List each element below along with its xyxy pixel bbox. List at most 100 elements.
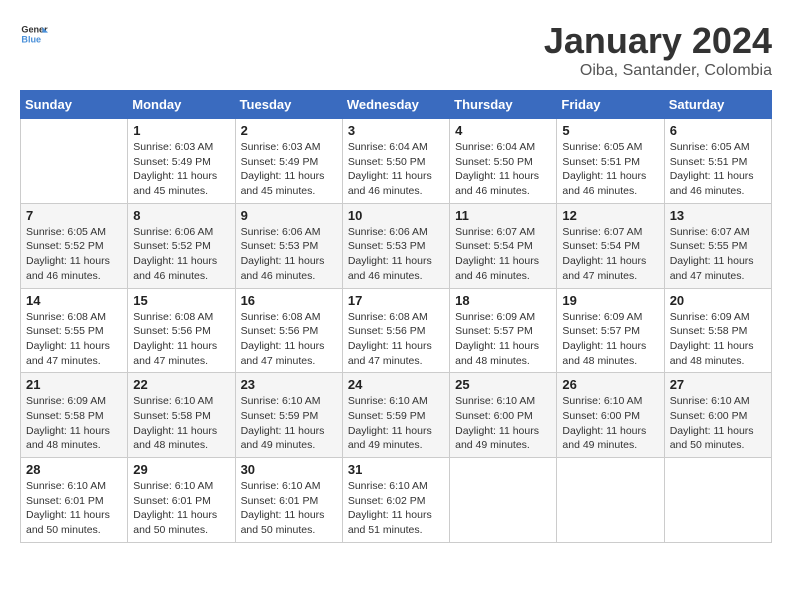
day-info: Sunrise: 6:08 AMSunset: 5:56 PMDaylight:… (241, 310, 337, 369)
day-number: 3 (348, 123, 444, 138)
calendar-cell: 29Sunrise: 6:10 AMSunset: 6:01 PMDayligh… (128, 458, 235, 543)
calendar-cell (557, 458, 664, 543)
calendar-cell: 12 Sunrise: 6:07 AMSunset: 5:54 PMDayligh… (557, 203, 664, 288)
day-number: 24 (348, 377, 444, 392)
day-number: 11 (455, 208, 551, 223)
day-number: 17 (348, 293, 444, 308)
location: Oiba, Santander, Colombia (544, 62, 772, 80)
day-number: 31 (348, 462, 444, 477)
day-info: Sunrise: 6:09 AMSunset: 5:58 PMDaylight:… (26, 394, 122, 453)
day-info: Sunrise: 6:05 AMSunset: 5:51 PMDaylight:… (670, 140, 766, 199)
day-number: 15 (133, 293, 229, 308)
day-info: Sunrise: 6:09 AMSunset: 5:57 PMDaylight:… (562, 310, 658, 369)
day-info: Sunrise: 6:06 AMSunset: 5:53 PMDaylight:… (348, 225, 444, 284)
calendar-cell: 23 Sunrise: 6:10 AMSunset: 5:59 PMDayligh… (235, 373, 342, 458)
day-number: 22 (133, 377, 229, 392)
day-info: Sunrise: 6:08 AMSunset: 5:56 PMDaylight:… (348, 310, 444, 369)
day-info: Sunrise: 6:08 AMSunset: 5:56 PMDaylight:… (133, 310, 229, 369)
calendar-header-row: SundayMondayTuesdayWednesdayThursdayFrid… (21, 91, 772, 119)
calendar-cell: 21 Sunrise: 6:09 AMSunset: 5:58 PMDayligh… (21, 373, 128, 458)
day-number: 4 (455, 123, 551, 138)
day-info: Sunrise: 6:09 AMSunset: 5:58 PMDaylight:… (670, 310, 766, 369)
calendar-cell: 4 Sunrise: 6:04 AMSunset: 5:50 PMDaylight… (450, 119, 557, 204)
day-number: 6 (670, 123, 766, 138)
calendar-cell: 11Sunrise: 6:07 AMSunset: 5:54 PMDayligh… (450, 203, 557, 288)
day-number: 5 (562, 123, 658, 138)
calendar-cell: 8 Sunrise: 6:06 AMSunset: 5:52 PMDaylight… (128, 203, 235, 288)
day-number: 30 (241, 462, 337, 477)
day-info: Sunrise: 6:05 AMSunset: 5:51 PMDaylight:… (562, 140, 658, 199)
title-section: January 2024 Oiba, Santander, Colombia (544, 20, 772, 80)
day-info: Sunrise: 6:07 AMSunset: 5:55 PMDaylight:… (670, 225, 766, 284)
calendar-cell: 25Sunrise: 6:10 AMSunset: 6:00 PMDayligh… (450, 373, 557, 458)
header-day-saturday: Saturday (664, 91, 771, 119)
calendar-cell: 22 Sunrise: 6:10 AMSunset: 5:58 PMDayligh… (128, 373, 235, 458)
header: General Blue January 2024 Oiba, Santande… (20, 20, 772, 80)
day-info: Sunrise: 6:07 AMSunset: 5:54 PMDaylight:… (562, 225, 658, 284)
calendar-cell: 7 Sunrise: 6:05 AMSunset: 5:52 PMDaylight… (21, 203, 128, 288)
calendar-cell: 16Sunrise: 6:08 AMSunset: 5:56 PMDayligh… (235, 288, 342, 373)
day-info: Sunrise: 6:03 AMSunset: 5:49 PMDaylight:… (133, 140, 229, 199)
calendar-cell: 26Sunrise: 6:10 AMSunset: 6:00 PMDayligh… (557, 373, 664, 458)
calendar-cell: 24 Sunrise: 6:10 AMSunset: 5:59 PMDayligh… (342, 373, 449, 458)
calendar-week-5: 28 Sunrise: 6:10 AMSunset: 6:01 PMDayligh… (21, 458, 772, 543)
calendar-cell: 27 Sunrise: 6:10 AMSunset: 6:00 PMDayligh… (664, 373, 771, 458)
calendar-week-2: 7 Sunrise: 6:05 AMSunset: 5:52 PMDaylight… (21, 203, 772, 288)
header-day-monday: Monday (128, 91, 235, 119)
header-day-thursday: Thursday (450, 91, 557, 119)
day-info: Sunrise: 6:10 AMSunset: 6:00 PMDaylight:… (670, 394, 766, 453)
calendar-body: 1 Sunrise: 6:03 AMSunset: 5:49 PMDaylight… (21, 119, 772, 543)
day-info: Sunrise: 6:06 AMSunset: 5:53 PMDaylight:… (241, 225, 337, 284)
calendar-cell (21, 119, 128, 204)
calendar-cell: 28 Sunrise: 6:10 AMSunset: 6:01 PMDayligh… (21, 458, 128, 543)
day-number: 9 (241, 208, 337, 223)
header-day-wednesday: Wednesday (342, 91, 449, 119)
day-info: Sunrise: 6:05 AMSunset: 5:52 PMDaylight:… (26, 225, 122, 284)
calendar-cell: 20 Sunrise: 6:09 AMSunset: 5:58 PMDayligh… (664, 288, 771, 373)
calendar-cell: 30 Sunrise: 6:10 AMSunset: 6:01 PMDayligh… (235, 458, 342, 543)
day-number: 8 (133, 208, 229, 223)
day-number: 13 (670, 208, 766, 223)
day-info: Sunrise: 6:10 AMSunset: 5:59 PMDaylight:… (348, 394, 444, 453)
day-number: 7 (26, 208, 122, 223)
day-info: Sunrise: 6:10 AMSunset: 6:02 PMDaylight:… (348, 479, 444, 538)
day-number: 28 (26, 462, 122, 477)
day-number: 2 (241, 123, 337, 138)
day-info: Sunrise: 6:08 AMSunset: 5:55 PMDaylight:… (26, 310, 122, 369)
day-info: Sunrise: 6:03 AMSunset: 5:49 PMDaylight:… (241, 140, 337, 199)
day-number: 1 (133, 123, 229, 138)
day-number: 12 (562, 208, 658, 223)
calendar-cell (664, 458, 771, 543)
day-number: 23 (241, 377, 337, 392)
month-title: January 2024 (544, 20, 772, 62)
calendar-cell: 5 Sunrise: 6:05 AMSunset: 5:51 PMDaylight… (557, 119, 664, 204)
day-info: Sunrise: 6:10 AMSunset: 6:01 PMDaylight:… (241, 479, 337, 538)
calendar-cell: 19 Sunrise: 6:09 AMSunset: 5:57 PMDayligh… (557, 288, 664, 373)
day-info: Sunrise: 6:10 AMSunset: 6:01 PMDaylight:… (133, 479, 229, 538)
day-info: Sunrise: 6:10 AMSunset: 6:00 PMDaylight:… (562, 394, 658, 453)
calendar-cell: 15 Sunrise: 6:08 AMSunset: 5:56 PMDayligh… (128, 288, 235, 373)
calendar-cell: 10Sunrise: 6:06 AMSunset: 5:53 PMDayligh… (342, 203, 449, 288)
header-day-tuesday: Tuesday (235, 91, 342, 119)
calendar-cell: 18Sunrise: 6:09 AMSunset: 5:57 PMDayligh… (450, 288, 557, 373)
svg-text:Blue: Blue (21, 34, 41, 44)
day-info: Sunrise: 6:10 AMSunset: 5:58 PMDaylight:… (133, 394, 229, 453)
day-info: Sunrise: 6:04 AMSunset: 5:50 PMDaylight:… (455, 140, 551, 199)
day-number: 18 (455, 293, 551, 308)
day-info: Sunrise: 6:10 AMSunset: 5:59 PMDaylight:… (241, 394, 337, 453)
calendar-week-1: 1 Sunrise: 6:03 AMSunset: 5:49 PMDaylight… (21, 119, 772, 204)
day-number: 21 (26, 377, 122, 392)
calendar-cell: 31 Sunrise: 6:10 AMSunset: 6:02 PMDayligh… (342, 458, 449, 543)
logo: General Blue (20, 20, 48, 48)
calendar-week-4: 21 Sunrise: 6:09 AMSunset: 5:58 PMDayligh… (21, 373, 772, 458)
calendar-cell: 13 Sunrise: 6:07 AMSunset: 5:55 PMDayligh… (664, 203, 771, 288)
day-info: Sunrise: 6:06 AMSunset: 5:52 PMDaylight:… (133, 225, 229, 284)
day-number: 14 (26, 293, 122, 308)
day-number: 20 (670, 293, 766, 308)
day-info: Sunrise: 6:04 AMSunset: 5:50 PMDaylight:… (348, 140, 444, 199)
calendar-cell: 2 Sunrise: 6:03 AMSunset: 5:49 PMDaylight… (235, 119, 342, 204)
day-info: Sunrise: 6:10 AMSunset: 6:01 PMDaylight:… (26, 479, 122, 538)
day-number: 19 (562, 293, 658, 308)
calendar-week-3: 14 Sunrise: 6:08 AMSunset: 5:55 PMDayligh… (21, 288, 772, 373)
day-number: 27 (670, 377, 766, 392)
